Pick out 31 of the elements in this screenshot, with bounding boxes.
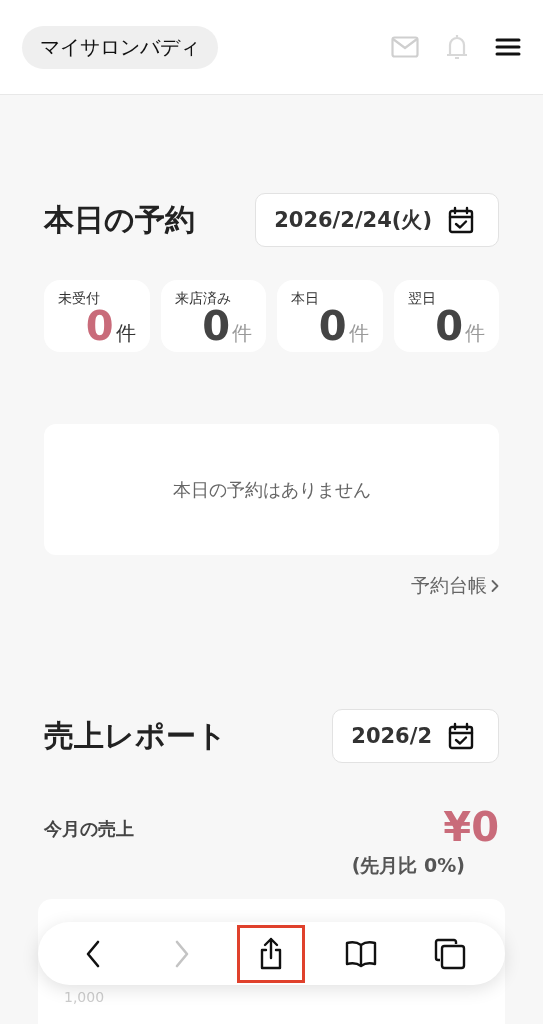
stat-label: 翌日 xyxy=(407,290,437,308)
stat-count: 0 xyxy=(435,306,463,346)
stat-unit: 件 xyxy=(465,320,485,347)
sales-label: 今月の売上 xyxy=(44,817,134,841)
stat-card[interactable]: 翌日 0件 xyxy=(393,280,499,352)
empty-message: 本日の予約はありません xyxy=(172,477,371,502)
sales-amount: ¥0 xyxy=(443,807,499,847)
sales-comparison: (先月比 0%) xyxy=(351,853,465,878)
stat-label: 来店済み xyxy=(174,290,232,308)
chevron-icon xyxy=(491,579,499,593)
date-picker[interactable]: 2026/2/24(火) xyxy=(255,193,499,247)
section-title: 売上レポート xyxy=(44,716,227,755)
section-title: 本日の予約 xyxy=(44,200,195,239)
stat-unit: 件 xyxy=(232,320,252,347)
stat-count: 0 xyxy=(85,306,114,346)
share-button[interactable] xyxy=(237,924,306,983)
stat-count: 0 xyxy=(202,306,230,346)
stat-card[interactable]: 未受付 0件 xyxy=(44,280,150,352)
menu-icon[interactable] xyxy=(495,38,521,56)
stat-card[interactable]: 本日 0件 xyxy=(277,280,383,352)
stat-unit: 件 xyxy=(348,320,369,347)
stat-label: 本日 xyxy=(291,290,320,308)
stat-label: 未受付 xyxy=(58,290,101,308)
stat-unit: 件 xyxy=(115,320,136,347)
calendar-icon xyxy=(448,722,474,750)
app-name[interactable]: マイサロンバディ xyxy=(22,25,218,69)
stat-card[interactable]: 来店済み 0件 xyxy=(160,280,266,352)
stat-count: 0 xyxy=(318,306,347,346)
calendar-icon xyxy=(448,206,474,234)
month-picker[interactable]: 2026/2 xyxy=(332,709,499,763)
ledger-link[interactable]: 予約台帳 xyxy=(411,573,499,599)
